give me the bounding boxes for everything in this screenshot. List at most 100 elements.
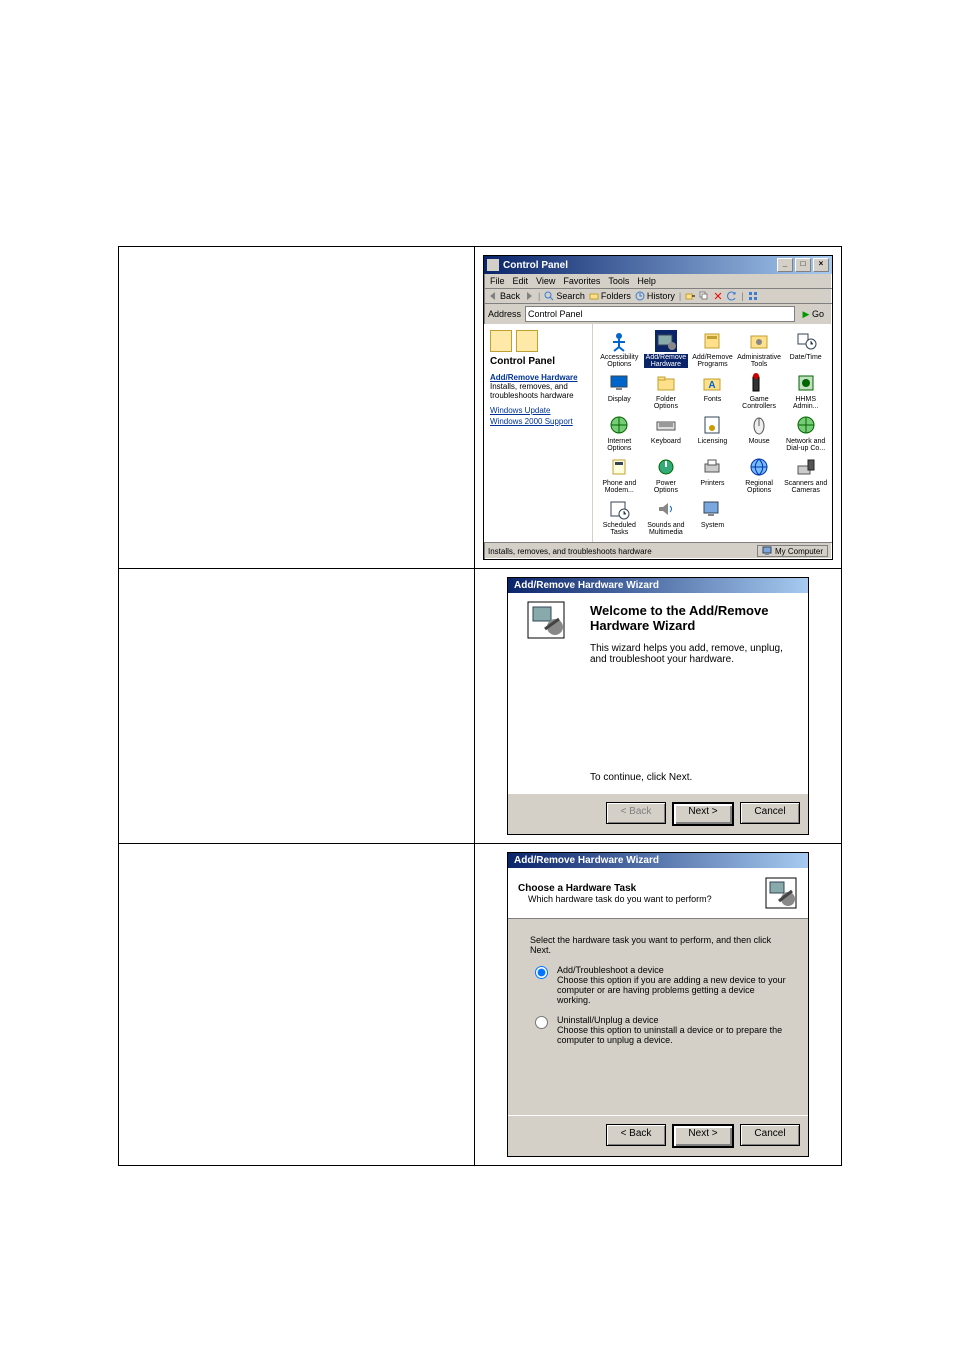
forward-arrow-icon (524, 291, 534, 301)
menu-tools[interactable]: Tools (608, 276, 629, 286)
control-panel-item[interactable]: Licensing (690, 414, 735, 452)
control-panel-item-label: Licensing (698, 438, 728, 445)
option-add-label: Add/Troubleshoot a device (557, 965, 664, 975)
windows-update-link[interactable]: Windows Update (490, 406, 586, 415)
option-add-desc: Choose this option if you are adding a n… (557, 975, 786, 1005)
toolbar-moveto-icon[interactable] (685, 291, 695, 301)
back-button[interactable]: < Back (606, 1124, 666, 1146)
control-panel-item[interactable]: Game Controllers (737, 372, 782, 410)
address-input[interactable] (525, 306, 795, 322)
control-panel-item-label: Scanners and Cameras (783, 480, 828, 494)
wizard-continue-text: To continue, click Next. (590, 772, 794, 783)
control-panel-item-label: Network and Dial-up Co... (783, 438, 828, 452)
window-title: Control Panel (503, 260, 568, 271)
wizard-heading: Welcome to the Add/Remove Hardware Wizar… (590, 603, 794, 633)
toolbar: Back | Search (484, 288, 832, 304)
toolbar-search[interactable]: Search (544, 291, 585, 301)
menu-file[interactable]: File (490, 276, 505, 286)
option-uninstall-unplug[interactable]: Uninstall/Unplug a device Choose this op… (530, 1015, 786, 1045)
folder-large-icon (490, 330, 512, 352)
date-icon (795, 330, 817, 352)
control-panel-item[interactable]: AFonts (690, 372, 735, 410)
option-uninstall-desc: Choose this option to uninstall a device… (557, 1025, 786, 1045)
control-panel-item[interactable]: Folder Options (644, 372, 689, 410)
close-button[interactable]: × (813, 258, 829, 272)
control-panel-item[interactable]: Accessibility Options (597, 330, 642, 368)
control-panel-item[interactable]: System (690, 498, 735, 536)
control-panel-item[interactable]: Printers (690, 456, 735, 494)
toolbar-undo-icon[interactable] (727, 291, 737, 301)
radio-add-troubleshoot[interactable] (535, 966, 548, 979)
control-panel-item-label: Accessibility Options (597, 354, 642, 368)
hw-icon (655, 330, 677, 352)
statusbar-zone: My Computer (757, 545, 828, 557)
wizard-titlebar: Add/Remove Hardware Wizard (508, 578, 808, 593)
control-panel-item-label: System (701, 522, 724, 529)
control-panel-item[interactable]: HHMS Admin... (783, 372, 828, 410)
search-icon (544, 291, 554, 301)
toolbar-folders[interactable]: Folders (589, 291, 631, 301)
history-icon (635, 291, 645, 301)
control-panel-item[interactable]: Date/Time (783, 330, 828, 368)
control-panel-left-pane: Control Panel Add/Remove Hardware Instal… (484, 324, 593, 542)
control-panel-item[interactable]: Sounds and Multimedia (644, 498, 689, 536)
fonts-icon: A (701, 372, 723, 394)
toolbar-delete-icon[interactable] (713, 291, 723, 301)
left-pane-title: Control Panel (490, 356, 586, 367)
folder-large-icon-2 (516, 330, 538, 352)
doc-row-wizard-welcome: Add/Remove Hardware Wizard (119, 569, 841, 844)
cancel-button[interactable]: Cancel (740, 802, 800, 824)
control-panel-item[interactable]: Add/Remove Programs (690, 330, 735, 368)
wizard-step-title: Choose a Hardware Task (518, 883, 756, 894)
go-button[interactable]: ▶ Go (799, 309, 828, 320)
control-panel-window: Control Panel _ □ × File Edit View Favor… (483, 255, 833, 560)
control-panel-item[interactable]: Display (597, 372, 642, 410)
display-icon (608, 372, 630, 394)
wizard-buttons: < Back Next > Cancel (508, 1115, 808, 1156)
wizard-side-graphic (508, 593, 584, 793)
menu-view[interactable]: View (536, 276, 555, 286)
control-panel-item[interactable]: Administrative Tools (737, 330, 782, 368)
control-panel-item[interactable]: Keyboard (644, 414, 689, 452)
radio-uninstall-unplug[interactable] (535, 1016, 548, 1029)
menu-help[interactable]: Help (637, 276, 656, 286)
minimize-button[interactable]: _ (777, 258, 793, 272)
next-button[interactable]: Next > (672, 1124, 734, 1148)
selected-item-desc: Installs, removes, and troubleshoots har… (490, 382, 586, 400)
control-panel-item-label: Scheduled Tasks (597, 522, 642, 536)
control-panel-icon (487, 259, 499, 271)
control-panel-item[interactable]: Scanners and Cameras (783, 456, 828, 494)
region-icon (748, 456, 770, 478)
control-panel-item-label: Mouse (749, 438, 770, 445)
toolbar-copyto-icon[interactable] (699, 291, 709, 301)
control-panel-item[interactable]: Power Options (644, 456, 689, 494)
control-panel-item[interactable]: Regional Options (737, 456, 782, 494)
doc-row-wizard-task: Add/Remove Hardware Wizard Choose a Hard… (119, 844, 841, 1165)
option-add-troubleshoot[interactable]: Add/Troubleshoot a device Choose this op… (530, 965, 786, 1005)
windows-support-link[interactable]: Windows 2000 Support (490, 417, 586, 426)
hhms-icon (795, 372, 817, 394)
toolbar-history[interactable]: History (635, 291, 675, 301)
control-panel-item[interactable]: Add/Remove Hardware (644, 330, 689, 368)
menubar: File Edit View Favorites Tools Help (484, 274, 832, 288)
control-panel-item-label: Regional Options (737, 480, 782, 494)
window-titlebar: Control Panel _ □ × (484, 256, 832, 274)
option-uninstall-label: Uninstall/Unplug a device (557, 1015, 659, 1025)
maximize-button[interactable]: □ (795, 258, 811, 272)
control-panel-item[interactable]: Mouse (737, 414, 782, 452)
wizard-lead-text: Select the hardware task you want to per… (530, 935, 786, 955)
control-panel-item-label: Phone and Modem... (597, 480, 642, 494)
toolbar-back[interactable]: Back (488, 291, 520, 301)
control-panel-item[interactable]: Network and Dial-up Co... (783, 414, 828, 452)
power-icon (655, 456, 677, 478)
menu-favorites[interactable]: Favorites (563, 276, 600, 286)
menu-edit[interactable]: Edit (513, 276, 529, 286)
control-panel-item[interactable]: Phone and Modem... (597, 456, 642, 494)
screenshot-cell-2: Add/Remove Hardware Wizard (475, 569, 841, 843)
control-panel-item[interactable]: Scheduled Tasks (597, 498, 642, 536)
toolbar-forward[interactable] (524, 291, 534, 301)
cancel-button[interactable]: Cancel (740, 1124, 800, 1146)
toolbar-views-icon[interactable] (748, 291, 758, 301)
control-panel-item[interactable]: Internet Options (597, 414, 642, 452)
next-button[interactable]: Next > (672, 802, 734, 826)
